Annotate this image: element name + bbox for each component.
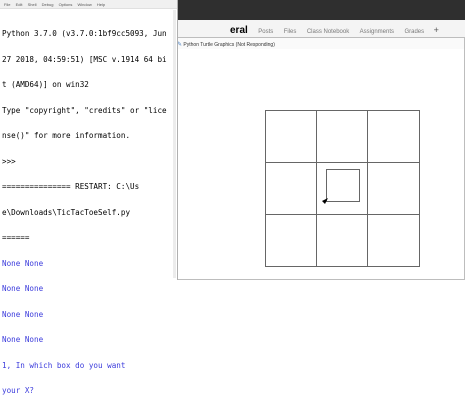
tab-general[interactable]: eral xyxy=(177,22,251,36)
turtle-graphics-window[interactable]: ✎ Python Turtle Graphics (Not Responding… xyxy=(174,37,465,280)
shell-line: e\Downloads\TicTacToeSelf.py xyxy=(2,207,131,217)
shell-line: None None xyxy=(2,284,44,293)
shell-line: =============== RESTART: C:\Us xyxy=(2,182,140,191)
shell-line: None None xyxy=(2,258,44,268)
turtle-canvas[interactable] xyxy=(175,49,464,279)
menu-window[interactable]: Window xyxy=(77,2,91,7)
board-outer-border xyxy=(265,110,420,267)
shell-line: ====== xyxy=(2,233,30,242)
shell-line: None None xyxy=(2,309,44,319)
tab-assignments[interactable]: Assignments xyxy=(357,23,397,35)
menu-help[interactable]: Help xyxy=(97,2,105,7)
shell-line: t (AMD64)] on win32 xyxy=(2,80,89,89)
tab-grades[interactable]: Grades xyxy=(401,23,427,35)
tab-files[interactable]: Files xyxy=(281,23,300,35)
turtle-window-title-bar[interactable]: ✎ Python Turtle Graphics (Not Responding… xyxy=(175,38,464,49)
tic-tac-toe-board xyxy=(265,110,420,267)
browser-top-bar xyxy=(177,0,465,20)
tab-class-notebook[interactable]: Class Notebook xyxy=(304,23,352,35)
tab-posts[interactable]: Posts xyxy=(255,23,276,35)
idle-menu-bar: File Edit Shell Debug Options Window Hel… xyxy=(0,0,177,9)
shell-line: your X? xyxy=(2,386,35,395)
center-cell-inner-square xyxy=(326,169,360,202)
menu-file[interactable]: File xyxy=(4,2,10,7)
menu-debug[interactable]: Debug xyxy=(42,2,54,7)
menu-shell[interactable]: Shell xyxy=(28,2,37,7)
shell-line: >>> xyxy=(2,156,16,166)
shell-line: 1, In which box do you want xyxy=(2,360,126,370)
shell-line: None None xyxy=(2,335,44,344)
shell-line: Python 3.7.0 (v3.7.0:1bf9cc5093, Jun xyxy=(2,29,167,38)
idle-shell-window[interactable]: File Edit Shell Debug Options Window Hel… xyxy=(0,0,178,395)
shell-output-area[interactable]: Python 3.7.0 (v3.7.0:1bf9cc5093, Jun 27 … xyxy=(2,13,177,413)
shell-line: 27 2018, 04:59:51) [MSC v.1914 64 bi xyxy=(2,54,167,64)
shell-line: nse()" for more information. xyxy=(2,131,131,140)
turtle-window-title: Python Turtle Graphics (Not Responding) xyxy=(183,42,275,48)
menu-options[interactable]: Options xyxy=(59,2,73,7)
shell-line: Type "copyright", "credits" or "lice xyxy=(2,105,167,115)
shell-scrollbar[interactable] xyxy=(173,10,176,278)
menu-edit[interactable]: Edit xyxy=(16,2,23,7)
add-tab-button[interactable]: + xyxy=(432,25,439,35)
